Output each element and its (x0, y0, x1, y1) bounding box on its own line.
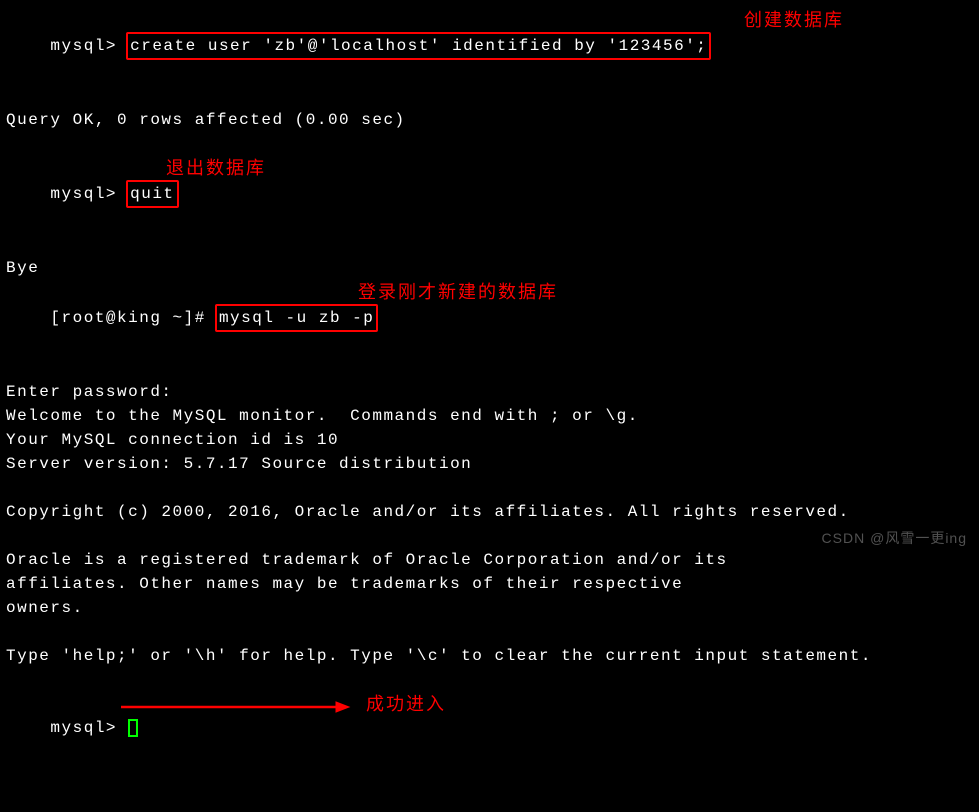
watermark: CSDN @风雪一更ing (822, 528, 967, 549)
mysql-login-command: mysql -u zb -p (215, 304, 378, 332)
line-trademark-1: Oracle is a registered trademark of Orac… (6, 548, 973, 572)
mysql-prompt: mysql> (50, 719, 128, 737)
line-login: [root@king ~]# mysql -u zb -p 登录刚才新建的数据库 (6, 280, 973, 380)
line-quit: mysql> quit 退出数据库 (6, 156, 973, 256)
line-trademark-2: affiliates. Other names may be trademark… (6, 572, 973, 596)
line-bye: Bye (6, 256, 973, 280)
shell-prompt: [root@king ~]# (50, 309, 217, 327)
line-help: Type 'help;' or '\h' for help. Type '\c'… (6, 644, 973, 668)
line-enter-password: Enter password: (6, 380, 973, 404)
line-server-version: Server version: 5.7.17 Source distributi… (6, 452, 973, 476)
annotation-success: 成功进入 (366, 691, 446, 718)
line-create-user: mysql> create user 'zb'@'localhost' iden… (6, 8, 973, 108)
create-user-command: create user 'zb'@'localhost' identified … (126, 32, 711, 60)
line-query-ok: Query OK, 0 rows affected (0.00 sec) (6, 108, 973, 132)
line-prompt-ready: mysql> 成功进入 (6, 692, 973, 812)
mysql-prompt: mysql> (50, 37, 128, 55)
annotation-create-db: 创建数据库 (744, 7, 844, 34)
annotation-exit-db: 退出数据库 (166, 155, 266, 182)
terminal-output: mysql> create user 'zb'@'localhost' iden… (6, 8, 973, 812)
annotation-login-db: 登录刚才新建的数据库 (358, 279, 558, 306)
line-trademark-3: owners. (6, 596, 973, 620)
mysql-prompt: mysql> (50, 185, 128, 203)
arrow-icon (121, 700, 351, 714)
line-copyright: Copyright (c) 2000, 2016, Oracle and/or … (6, 500, 973, 524)
quit-command: quit (126, 180, 178, 208)
cursor-icon (128, 719, 138, 737)
line-welcome: Welcome to the MySQL monitor. Commands e… (6, 404, 973, 428)
line-connection-id: Your MySQL connection id is 10 (6, 428, 973, 452)
